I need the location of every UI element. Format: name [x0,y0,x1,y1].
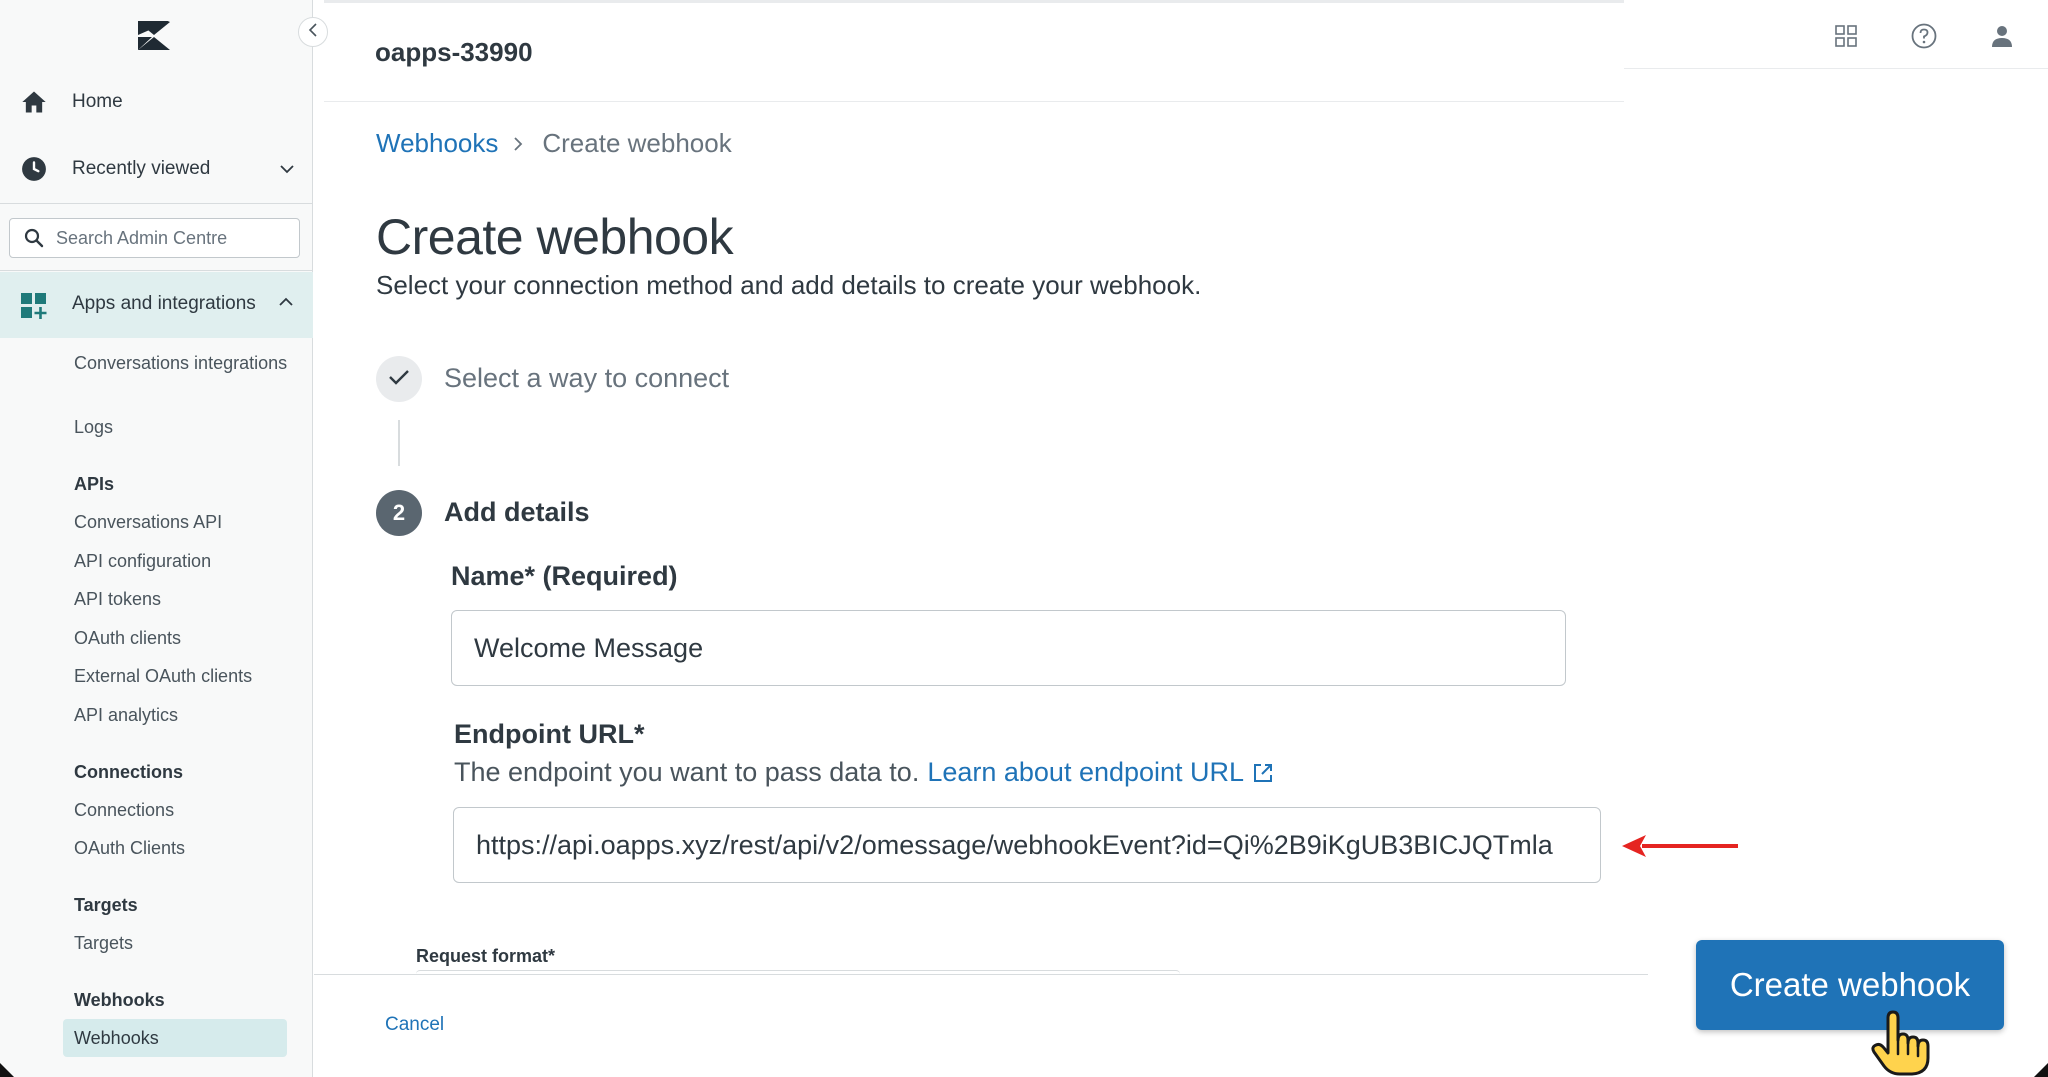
sidebar-subitem-conversations-api[interactable]: Conversations API [74,509,222,535]
sidebar-subitem-api-tokens[interactable]: API tokens [74,586,161,612]
endpoint-url-field[interactable] [453,807,1601,883]
sidebar-subitem-connections[interactable]: Connections [74,797,174,823]
zendesk-logo-icon[interactable] [136,20,172,52]
account-name: oapps-33990 [375,37,533,67]
home-icon [18,86,50,118]
request-format-label: Request format* [416,946,556,966]
sidebar-subitem-targets[interactable]: Targets [74,930,133,956]
page-subtitle: Select your connection method and add de… [376,270,1202,300]
sidebar-section-targets: Targets [74,895,138,915]
collapse-sidebar-button[interactable] [298,17,328,47]
breadcrumb-link-webhooks[interactable]: Webhooks [376,128,498,159]
sidebar-item-label: Home [72,91,123,112]
sidebar-divider [0,203,313,204]
user-avatar-icon[interactable] [1986,20,2018,52]
form-footer [314,974,1648,1077]
breadcrumb: Webhooks Create webhook [376,128,732,159]
endpoint-url-hint-text: The endpoint you want to pass data to. [454,757,920,787]
sidebar-section-apis: APIs [74,474,115,494]
sidebar-subitem-logs[interactable]: Logs [74,414,113,440]
sidebar-section-webhooks: Webhooks [74,990,165,1010]
sidebar-item-recently-viewed[interactable]: Recently viewed [0,141,313,197]
search-input-wrapper[interactable] [9,218,300,258]
sidebar-section-connections: Connections [74,762,184,782]
window-corner [2034,1063,2048,1077]
step-1-label[interactable]: Select a way to connect [444,363,729,394]
header-divider [1624,68,2048,69]
sidebar-subitem-oauth-clients-conn[interactable]: OAuth Clients [74,835,185,861]
name-field-label: Name* (Required) [451,561,678,591]
search-input[interactable] [56,227,296,249]
external-link-icon[interactable] [1252,762,1274,784]
step-complete-indicator [376,356,422,402]
chevron-down-icon[interactable] [276,158,298,180]
red-arrow-annotation-icon [1622,835,1738,857]
sidebar-item-label: Apps and integrations [72,293,256,314]
sidebar-subitem-oauth-clients[interactable]: OAuth clients [74,625,181,651]
sidebar-subitem-api-analytics[interactable]: API analytics [74,702,178,728]
clock-icon [18,153,50,185]
endpoint-url-hint: The endpoint you want to pass data to. L… [454,757,1274,788]
sidebar-subitem-conversations-integrations[interactable]: Conversations integrations [74,350,294,376]
search-icon [24,228,44,248]
products-grid-icon[interactable] [1830,20,1862,52]
apps-grid-icon [20,292,48,325]
check-icon [388,368,410,391]
page-title: Create webhook [376,209,734,265]
hand-pointer-cursor-icon [1871,1010,1930,1076]
sidebar-subitem-webhooks[interactable]: Webhooks [74,1025,159,1051]
step-connector [398,420,400,466]
cancel-button[interactable]: Cancel [385,1014,444,1036]
create-webhook-button[interactable]: Create webhook [1696,940,2004,1030]
sidebar-subitem-api-configuration[interactable]: API configuration [74,548,211,574]
endpoint-url-label: Endpoint URL* [454,719,645,749]
chevron-right-icon [512,136,528,152]
sidebar: Home Recently viewed Apps and integratio… [0,0,313,1077]
help-icon[interactable] [1908,20,1940,52]
sidebar-item-label: Recently viewed [72,158,211,179]
sidebar-subitem-external-oauth-clients[interactable]: External OAuth clients [74,663,252,689]
sidebar-item-apps-integrations[interactable]: Apps and integrations [0,272,313,338]
sidebar-divider [0,270,313,271]
sidebar-item-home[interactable]: Home [0,74,313,130]
chevron-up-icon[interactable] [278,294,294,315]
name-field[interactable] [451,610,1566,686]
step-2-indicator: 2 [376,490,422,536]
breadcrumb-current: Create webhook [542,128,732,158]
chevron-left-icon [307,22,319,42]
step-2-label: Add details [444,497,590,527]
learn-endpoint-url-link[interactable]: Learn about endpoint URL [927,757,1244,788]
